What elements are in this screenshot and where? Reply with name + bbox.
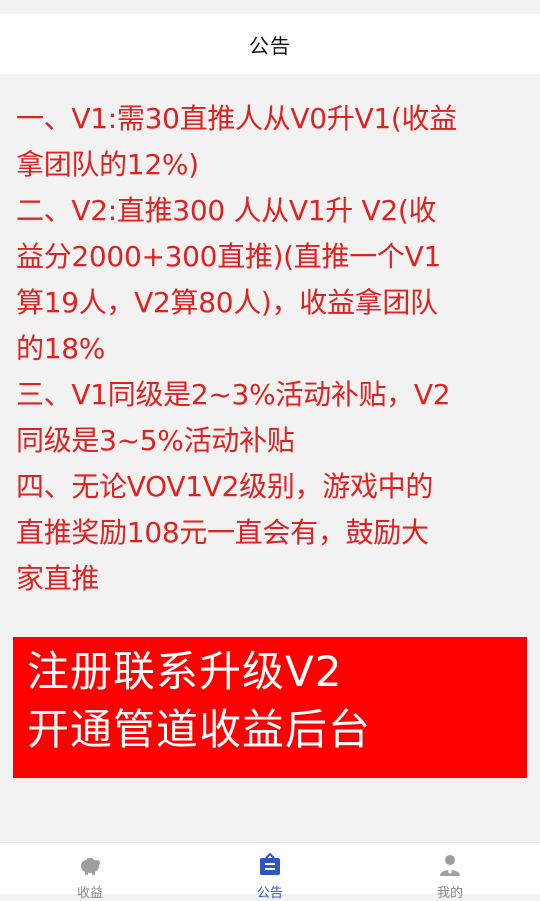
notice-line: 四、无论VOV1V2级别，游戏中的 bbox=[16, 470, 434, 503]
tab-earnings[interactable]: 收益 bbox=[40, 843, 140, 901]
notice-line: 直推奖励108元一直会有，鼓励大 bbox=[16, 516, 429, 549]
notice-line: 益分2000+300直推)(直推一个V1 bbox=[16, 240, 441, 273]
user-icon bbox=[440, 855, 460, 876]
notice-line: 拿团队的12%) bbox=[16, 148, 199, 181]
notice-line: 家直推 bbox=[16, 562, 100, 595]
tab-label: 收益 bbox=[76, 886, 103, 901]
tab-profile[interactable]: 我的 bbox=[400, 843, 500, 901]
tab-label: 我的 bbox=[436, 886, 463, 901]
top-navigation-bar: 公告 bbox=[0, 14, 540, 74]
bottom-tab-bar: 收益 公告 我的 bbox=[0, 842, 540, 901]
notice-line: 三、V1同级是2~3%活动补贴，V2 bbox=[16, 378, 451, 411]
tab-notice[interactable]: 公告 bbox=[220, 843, 320, 901]
page-title: 公告 bbox=[249, 33, 291, 58]
notice-line: 的18% bbox=[16, 332, 106, 365]
notice-content-area: 一、V1:需30直推人从V0升V1(收益 拿团队的12%) 二、V2:直推300… bbox=[0, 74, 540, 842]
notice-line: 一、V1:需30直推人从V0升V1(收益 bbox=[16, 102, 457, 135]
notice-line: 同级是3~5%活动补贴 bbox=[16, 424, 295, 457]
notice-text-block: 一、V1:需30直推人从V0升V1(收益 拿团队的12%) 二、V2:直推300… bbox=[16, 96, 526, 602]
notice-icon bbox=[260, 852, 280, 875]
tab-label: 公告 bbox=[256, 886, 283, 901]
notice-line: 二、V2:直推300 人从V1升 V2(收 bbox=[16, 194, 437, 227]
notice-line: 算19人，V2算80人)，收益拿团队 bbox=[16, 286, 438, 319]
promo-banner-line-2: 开通管道收益后台 bbox=[27, 705, 372, 754]
promo-banner-line-1: 注册联系升级V2 bbox=[27, 647, 343, 696]
promo-banner: 注册联系升级V2 开通管道收益后台 bbox=[13, 637, 527, 778]
piggy-bank-icon bbox=[81, 858, 100, 875]
status-bar-area bbox=[0, 0, 540, 14]
